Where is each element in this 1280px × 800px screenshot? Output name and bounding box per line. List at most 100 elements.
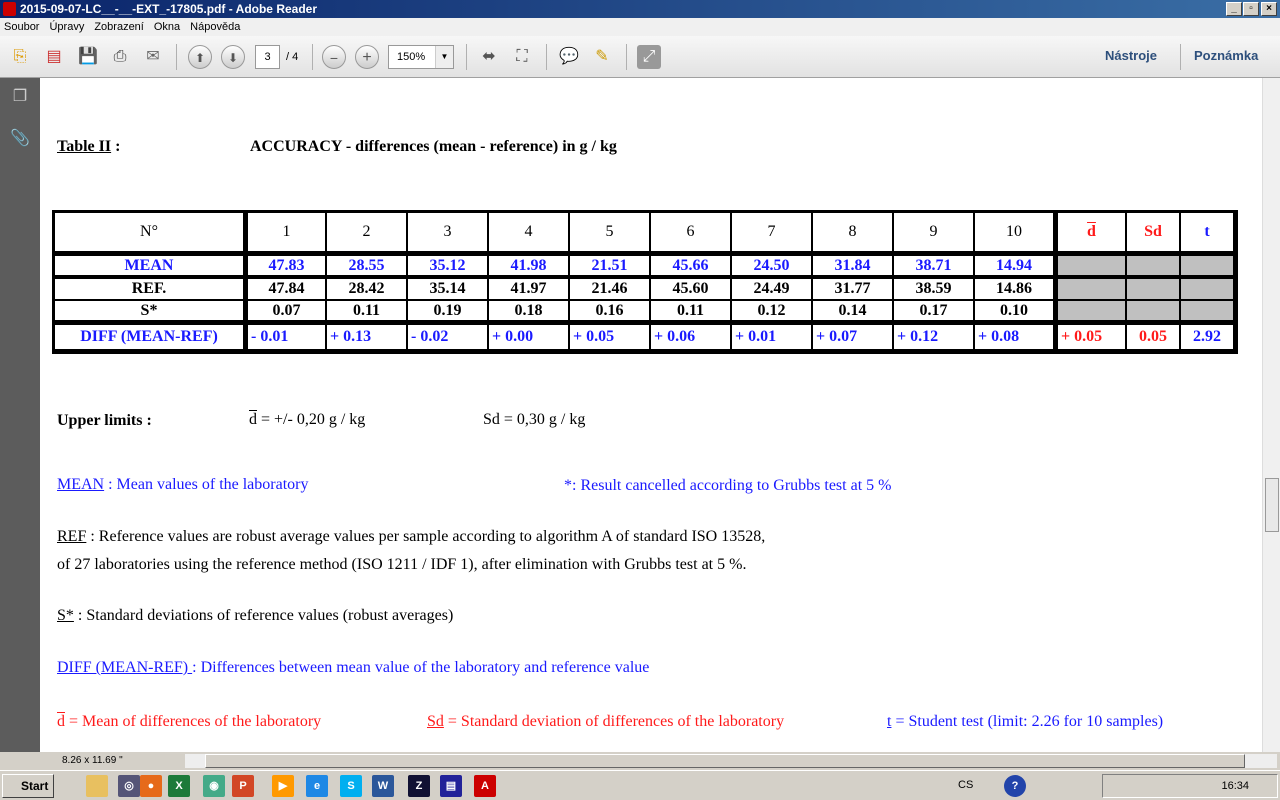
scrollbar-thumb[interactable] [205, 754, 1245, 768]
menu-edit[interactable]: Úpravy [49, 18, 84, 36]
system-tray: 16:34 [1102, 774, 1278, 798]
row-label: DIFF (MEAN-REF) [55, 325, 243, 349]
next-page-icon[interactable]: ⬇ [221, 45, 245, 69]
start-button[interactable]: Start [2, 774, 54, 798]
chrome-icon[interactable]: ◉ [203, 775, 225, 797]
adobe-reader-icon[interactable]: A [474, 775, 496, 797]
header-cell: 4 [489, 213, 568, 251]
table-cell: 24.50 [732, 256, 811, 275]
navigation-panel: ❐ 📎 [0, 78, 40, 752]
table-cell: 21.51 [570, 256, 649, 275]
pages-icon[interactable]: ❐ [10, 86, 30, 106]
window-title: 2015-09-07-LC__-__-EXT_-17805.pdf - Adob… [20, 2, 317, 16]
header-cell: 6 [651, 213, 730, 251]
table-cell: 0.14 [813, 301, 892, 320]
header-cell: 9 [894, 213, 973, 251]
chevron-down-icon[interactable]: ▼ [435, 46, 453, 68]
horizontal-scrollbar[interactable] [185, 754, 1277, 768]
table-cell: 0.07 [248, 301, 325, 320]
highlight-icon[interactable]: ✎ [590, 45, 614, 69]
previous-page-icon[interactable]: ⬆ [188, 45, 212, 69]
media-icon[interactable]: ▶ [272, 775, 294, 797]
table-cell: 45.66 [651, 256, 730, 275]
comment-button[interactable]: Poznámka [1194, 48, 1258, 63]
empty-cell [1127, 301, 1179, 320]
start-label: Start [21, 779, 49, 793]
clock: 16:34 [1221, 780, 1249, 792]
empty-cell [1127, 279, 1179, 299]
table-cell: 14.94 [975, 256, 1053, 275]
powerpoint-icon[interactable]: P [232, 775, 254, 797]
close-button[interactable]: × [1261, 2, 1277, 16]
app2-icon[interactable]: Z [408, 775, 430, 797]
table-cell: 0.11 [327, 301, 406, 320]
print-icon[interactable]: ⎙ [108, 45, 132, 69]
excel-icon[interactable]: X [168, 775, 190, 797]
fullscreen-icon[interactable]: ⤢ [637, 45, 661, 69]
restore-button[interactable]: ▫ [1243, 2, 1259, 16]
table-cell: 41.98 [489, 256, 568, 275]
firefox-icon[interactable]: ● [140, 775, 162, 797]
table-cell: 0.16 [570, 301, 649, 320]
vertical-scrollbar[interactable] [1262, 78, 1280, 752]
table-cell: 0.17 [894, 301, 973, 320]
empty-cell [1058, 301, 1125, 320]
empty-cell [1181, 301, 1233, 320]
table-title: ACCURACY - differences (mean - reference… [250, 138, 617, 155]
ref-term: REF [57, 528, 87, 545]
title-bar: 2015-09-07-LC__-__-EXT_-17805.pdf - Adob… [0, 0, 1280, 18]
menu-window[interactable]: Okna [154, 18, 180, 36]
app-icon[interactable]: ◎ [118, 775, 140, 797]
language-indicator[interactable]: CS [958, 779, 973, 791]
zoom-in-icon[interactable]: + [355, 45, 379, 69]
menu-help[interactable]: Nápověda [190, 18, 240, 36]
edit-pdf-icon[interactable]: ▤ [42, 45, 66, 69]
comment-icon[interactable]: 💬 [557, 45, 581, 69]
fit-width-icon[interactable]: ⬌ [477, 45, 501, 69]
header-cell: 10 [975, 213, 1053, 251]
sd-desc: = Standard deviation of differences of t… [443, 713, 785, 730]
scrollbar-thumb[interactable] [1265, 478, 1279, 532]
table-cell: 28.42 [327, 279, 406, 299]
zoom-value: 150% [397, 51, 426, 63]
header-cell: d [1058, 213, 1125, 251]
mean-term: MEAN [57, 476, 105, 493]
menu-file[interactable]: Soubor [4, 18, 39, 36]
word-icon[interactable]: W [372, 775, 394, 797]
zoom-select[interactable]: 150% ▼ [388, 45, 454, 69]
page-number-input[interactable]: 3 [255, 45, 280, 69]
table-cell: + 0.00 [489, 325, 568, 349]
upper-limits-label: Upper limits : [57, 412, 152, 429]
diff-term: DIFF (MEAN-REF) [57, 659, 193, 676]
empty-cell [1058, 279, 1125, 299]
table-label: Table II [57, 138, 112, 155]
ref-desc-2: of 27 laboratories using the reference m… [57, 556, 747, 573]
taskbar: Start ◎ ● X ◉ P ▶ e S W Z ▤ A CS ? 16:34 [0, 770, 1280, 800]
zoom-out-icon[interactable]: − [322, 45, 346, 69]
fit-page-icon[interactable]: ⛶ [510, 45, 534, 69]
ie-icon[interactable]: e [306, 775, 328, 797]
row-label: MEAN [55, 256, 243, 275]
explorer-icon[interactable] [86, 775, 108, 797]
table-cell: 47.83 [248, 256, 325, 275]
minimize-button[interactable]: _ [1226, 2, 1242, 16]
grubbs-note: *: Result cancelled according to Grubbs … [564, 477, 892, 494]
app3-icon[interactable]: ▤ [440, 775, 462, 797]
header-cell: 2 [327, 213, 406, 251]
save-icon[interactable]: 💾 [76, 45, 100, 69]
status-row: 8.26 x 11.69 " [0, 752, 1280, 770]
s-desc: : Standard deviations of reference value… [73, 607, 454, 624]
help-icon[interactable]: ? [1004, 775, 1026, 797]
table-cell: 45.60 [651, 279, 730, 299]
header-cell: 8 [813, 213, 892, 251]
skype-icon[interactable]: S [340, 775, 362, 797]
table-cell: 24.49 [732, 279, 811, 299]
create-pdf-icon[interactable]: ⎘ [8, 45, 32, 69]
table-cell: + 0.07 [813, 325, 892, 349]
email-icon[interactable]: ✉ [141, 45, 165, 69]
tools-button[interactable]: Nástroje [1105, 48, 1157, 63]
attachment-icon[interactable]: 📎 [10, 128, 30, 148]
table-cell: + 0.01 [732, 325, 811, 349]
menu-view[interactable]: Zobrazení [94, 18, 144, 36]
upper-limit-sd: Sd = 0,30 g / kg [483, 411, 586, 428]
